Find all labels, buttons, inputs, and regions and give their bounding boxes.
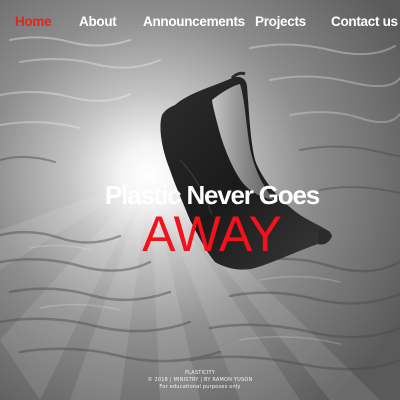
page: Home About Announcements Projects Contac… [0,0,400,400]
main-nav: Home About Announcements Projects Contac… [0,0,400,44]
nav-link-contact-us[interactable]: Contact us [331,14,398,29]
footer: PLASTICITY © 2018 | MINISTRY | BY RAMON … [0,370,400,391]
hero-highlight: AWAY [142,206,282,262]
nav-link-about[interactable]: About [79,14,117,29]
footer-copyright: © 2018 | MINISTRY | BY RAMON YUSON [147,377,253,383]
nav-link-announcements[interactable]: Announcements [143,14,245,29]
nav-link-home[interactable]: Home [15,14,52,29]
footer-site-name: PLASTICITY [184,370,216,376]
footer-note: For educational purposes only [159,384,241,390]
nav-link-projects[interactable]: Projects [255,14,306,29]
